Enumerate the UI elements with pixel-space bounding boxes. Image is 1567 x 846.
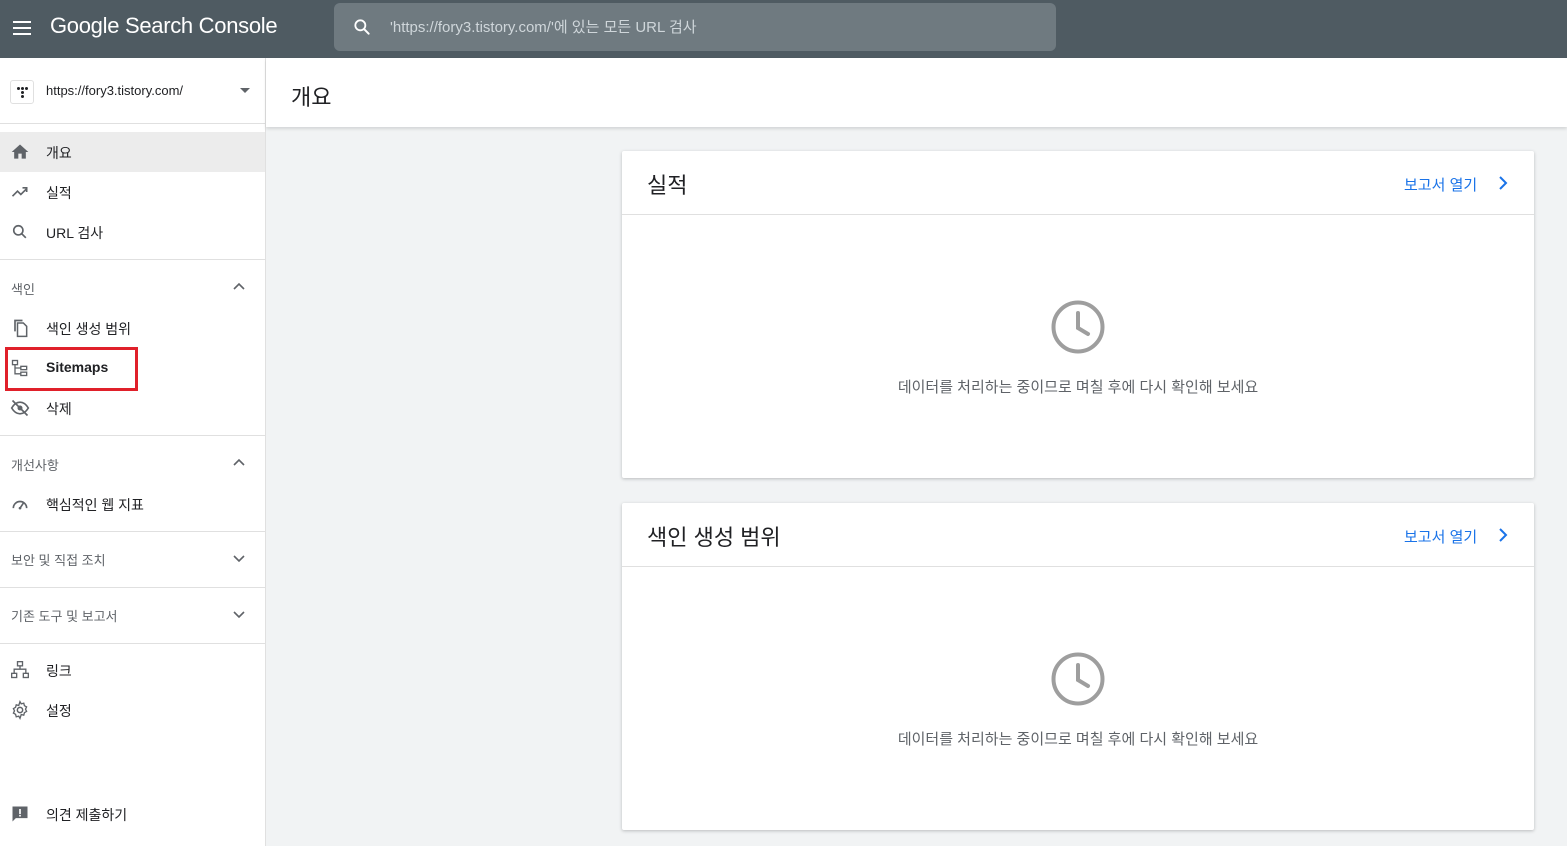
section-label: 기존 도구 및 보고서 xyxy=(11,609,118,624)
section-enhancements[interactable]: 개선사항 xyxy=(0,445,265,481)
sidebar-item-overview[interactable]: 개요 xyxy=(0,132,265,172)
section-index[interactable]: 색인 xyxy=(0,269,265,305)
sidebar-item-label: 삭제 xyxy=(46,401,72,417)
sidebar-item-performance[interactable]: 실적 xyxy=(0,172,265,212)
open-report-label: 보고서 열기 xyxy=(1404,177,1478,194)
sitemaps-highlight-box xyxy=(5,347,138,391)
sidebar-item-label: URL 검사 xyxy=(46,225,104,241)
divider xyxy=(0,435,265,436)
divider xyxy=(0,531,265,532)
chevron-right-icon xyxy=(1499,176,1508,190)
section-legacy-tools[interactable]: 기존 도구 및 보고서 xyxy=(0,596,265,632)
home-icon xyxy=(11,144,29,159)
sidebar-item-label: 실적 xyxy=(46,185,72,201)
chevron-up-icon xyxy=(233,458,245,466)
open-report-link[interactable]: 보고서 열기 xyxy=(1404,526,1508,547)
search-icon xyxy=(12,224,27,239)
page-title: 개요 xyxy=(291,85,332,110)
chevron-down-icon xyxy=(233,555,245,563)
feedback-icon xyxy=(12,806,28,822)
sidebar-item-feedback[interactable]: 의견 제출하기 xyxy=(0,794,265,834)
top-app-bar: Google Search Console xyxy=(0,0,1567,58)
sidebar-item-label: 링크 xyxy=(46,663,72,679)
clock-icon xyxy=(1051,652,1105,706)
chevron-up-icon xyxy=(233,282,245,290)
trending-up-icon xyxy=(11,187,28,197)
search-input[interactable] xyxy=(390,12,1040,42)
section-label: 색인 xyxy=(11,282,35,297)
processing-message: 데이터를 처리하는 중이므로 며칠 후에 다시 확인해 보세요 xyxy=(897,379,1259,396)
divider xyxy=(0,587,265,588)
open-report-link[interactable]: 보고서 열기 xyxy=(1404,174,1508,195)
settings-icon xyxy=(12,700,28,720)
sidebar-item-label: 의견 제출하기 xyxy=(46,807,128,823)
open-report-label: 보고서 열기 xyxy=(1404,529,1478,546)
menu-icon[interactable] xyxy=(10,17,34,39)
sidebar-item-links[interactable]: 링크 xyxy=(0,650,265,690)
divider xyxy=(0,643,265,644)
property-url: https://fory3.tistory.com/ xyxy=(46,83,184,98)
property-selector[interactable]: https://fory3.tistory.com/ xyxy=(0,58,265,124)
sidebar-item-label: 색인 생성 범위 xyxy=(46,321,132,337)
sidebar-item-settings[interactable]: 설정 xyxy=(0,690,265,730)
sidebar-item-url-inspection[interactable]: URL 검사 xyxy=(0,212,265,252)
sidebar-item-label: 핵심적인 웹 지표 xyxy=(46,497,144,513)
sidebar-item-removals[interactable]: 삭제 xyxy=(0,388,265,428)
coverage-card: 색인 생성 범위 보고서 열기 데이터를 처리하는 중이므로 며칠 후에 다시 … xyxy=(622,503,1534,830)
section-label: 보안 및 직접 조치 xyxy=(11,553,106,568)
card-header: 실적 보고서 열기 xyxy=(622,151,1534,215)
sidebar: https://fory3.tistory.com/ 개요 실적 URL 검사 … xyxy=(0,58,266,846)
copy-icon xyxy=(14,319,28,338)
speed-icon xyxy=(12,500,28,510)
section-label: 개선사항 xyxy=(11,458,59,473)
app-brand[interactable]: Google Search Console xyxy=(50,13,278,39)
chevron-down-icon xyxy=(233,611,245,619)
site-favicon-icon xyxy=(10,80,34,104)
sidebar-item-core-web-vitals[interactable]: 핵심적인 웹 지표 xyxy=(0,484,265,524)
card-header: 색인 생성 범위 보고서 열기 xyxy=(622,503,1534,567)
clock-icon xyxy=(1051,300,1105,354)
search-icon xyxy=(354,19,370,35)
dropdown-caret-icon xyxy=(240,88,250,93)
performance-card: 실적 보고서 열기 데이터를 처리하는 중이므로 며칠 후에 다시 확인해 보세… xyxy=(622,151,1534,478)
link-tree-icon xyxy=(11,661,30,679)
sidebar-item-label: 개요 xyxy=(46,145,72,161)
sidebar-item-label: 설정 xyxy=(46,703,72,719)
url-inspect-search[interactable] xyxy=(334,3,1056,51)
sidebar-item-coverage[interactable]: 색인 생성 범위 xyxy=(0,308,265,348)
processing-message: 데이터를 처리하는 중이므로 며칠 후에 다시 확인해 보세요 xyxy=(897,731,1259,748)
card-title: 색인 생성 범위 xyxy=(647,525,781,550)
divider xyxy=(0,259,265,260)
eye-off-icon xyxy=(10,399,30,417)
section-security[interactable]: 보안 및 직접 조치 xyxy=(0,540,265,576)
page-header: 개요 xyxy=(266,58,1567,127)
chevron-right-icon xyxy=(1499,528,1508,542)
card-title: 실적 xyxy=(647,173,688,198)
